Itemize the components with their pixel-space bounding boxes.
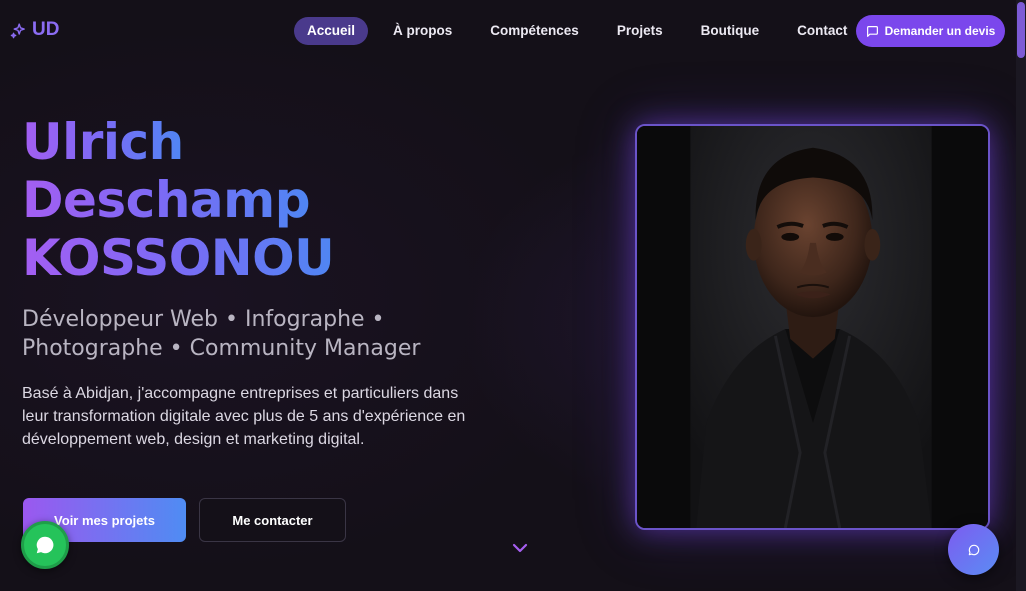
hero-roles-line-1: Développeur Web • Infographe • — [22, 307, 385, 332]
request-quote-label: Demander un devis — [884, 24, 996, 38]
whatsapp-button[interactable] — [21, 521, 69, 569]
nav-item-boutique[interactable]: Boutique — [688, 17, 773, 45]
nav-item-projets[interactable]: Projets — [604, 17, 676, 45]
hero-roles: Développeur Web • Infographe • Photograp… — [22, 305, 482, 363]
main-nav: Accueil À propos Compétences Projets Bou… — [294, 17, 872, 45]
portrait-illustration — [637, 126, 988, 528]
scrollbar-thumb[interactable] — [1017, 2, 1025, 58]
site-header: UD Accueil À propos Compétences Projets … — [0, 0, 1016, 62]
contact-me-button[interactable]: Me contacter — [199, 498, 346, 542]
hero-name: Ulrich Deschamp KOSSONOU — [22, 113, 335, 287]
chat-bubble-icon — [968, 544, 979, 555]
logo-text: UD — [32, 19, 60, 40]
whatsapp-icon — [36, 536, 54, 554]
logo[interactable]: UD — [10, 19, 59, 41]
nav-item-a-propos[interactable]: À propos — [380, 17, 465, 45]
chat-button[interactable] — [948, 524, 999, 575]
hero-bio: Basé à Abidjan, j'accompagne entreprises… — [22, 385, 466, 448]
nav-item-contact[interactable]: Contact — [784, 17, 860, 45]
request-quote-button[interactable]: Demander un devis — [856, 15, 1005, 47]
sparkles-icon — [10, 22, 25, 38]
profile-photo — [635, 124, 990, 530]
hero-name-line-1: Ulrich — [22, 113, 184, 171]
hero-name-line-2: Deschamp — [22, 171, 311, 229]
message-square-icon — [866, 25, 878, 37]
chevron-down-icon[interactable] — [511, 541, 529, 555]
scrollbar[interactable] — [1016, 0, 1026, 591]
hero-name-line-3: KOSSONOU — [22, 229, 335, 287]
nav-item-competences[interactable]: Compétences — [477, 17, 592, 45]
hero-roles-line-2: Photographe • Community Manager — [22, 336, 421, 361]
nav-item-accueil[interactable]: Accueil — [294, 17, 369, 45]
